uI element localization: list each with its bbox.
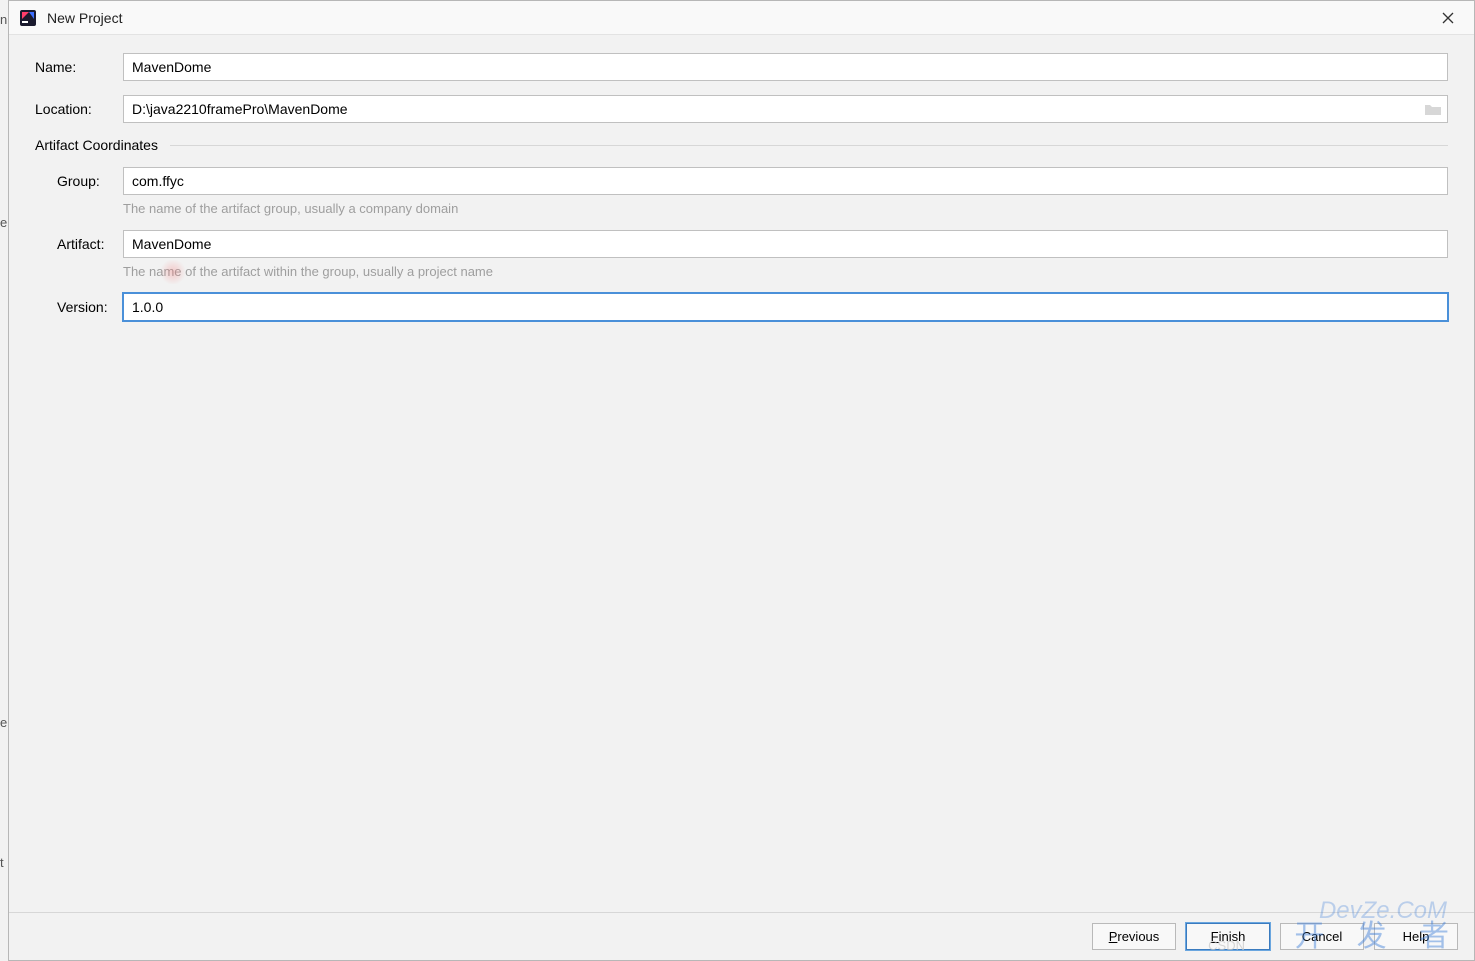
cancel-button[interactable]: Cancel <box>1280 923 1364 950</box>
dialog-title: New Project <box>47 10 1430 26</box>
location-label: Location: <box>35 101 123 117</box>
group-label: Group: <box>57 173 123 189</box>
version-row: Version: <box>35 293 1448 321</box>
intellij-icon <box>19 9 37 27</box>
name-label: Name: <box>35 59 123 75</box>
edge-text: e <box>0 215 7 230</box>
artifact-row: Artifact: <box>35 230 1448 258</box>
version-label: Version: <box>57 299 123 315</box>
artifact-input[interactable] <box>123 230 1448 258</box>
edge-text: e <box>0 715 7 730</box>
close-icon[interactable] <box>1430 3 1466 33</box>
artifact-label: Artifact: <box>57 236 123 252</box>
titlebar: New Project <box>9 1 1474 35</box>
group-input[interactable] <box>123 167 1448 195</box>
divider <box>170 145 1448 146</box>
name-row: Name: <box>35 53 1448 81</box>
version-input[interactable] <box>123 293 1448 321</box>
btn-rest: inish <box>1219 929 1246 944</box>
previous-button[interactable]: Previous <box>1092 923 1176 950</box>
section-title: Artifact Coordinates <box>35 137 158 153</box>
finish-button[interactable]: Finish <box>1186 923 1270 950</box>
new-project-dialog: New Project Name: Location: Artifact Coo… <box>8 0 1475 961</box>
folder-icon[interactable] <box>1424 102 1442 116</box>
dialog-footer: Previous Finish Cancel Help <box>9 912 1474 960</box>
group-row: Group: <box>35 167 1448 195</box>
location-input[interactable] <box>123 95 1448 123</box>
btn-rest: revious <box>1117 929 1159 944</box>
group-hint: The name of the artifact group, usually … <box>123 201 1448 216</box>
edge-text: n <box>0 12 7 27</box>
help-button[interactable]: Help <box>1374 923 1458 950</box>
name-input[interactable] <box>123 53 1448 81</box>
artifact-hint: The name of the artifact within the grou… <box>123 264 1448 279</box>
edge-text: t <box>0 855 4 870</box>
artifact-coordinates-header: Artifact Coordinates <box>35 137 1448 153</box>
dialog-content: Name: Location: Artifact Coordinates Gro… <box>9 35 1474 912</box>
artifact-hint-text: The name of the artifact within the grou… <box>123 264 493 279</box>
location-row: Location: <box>35 95 1448 123</box>
